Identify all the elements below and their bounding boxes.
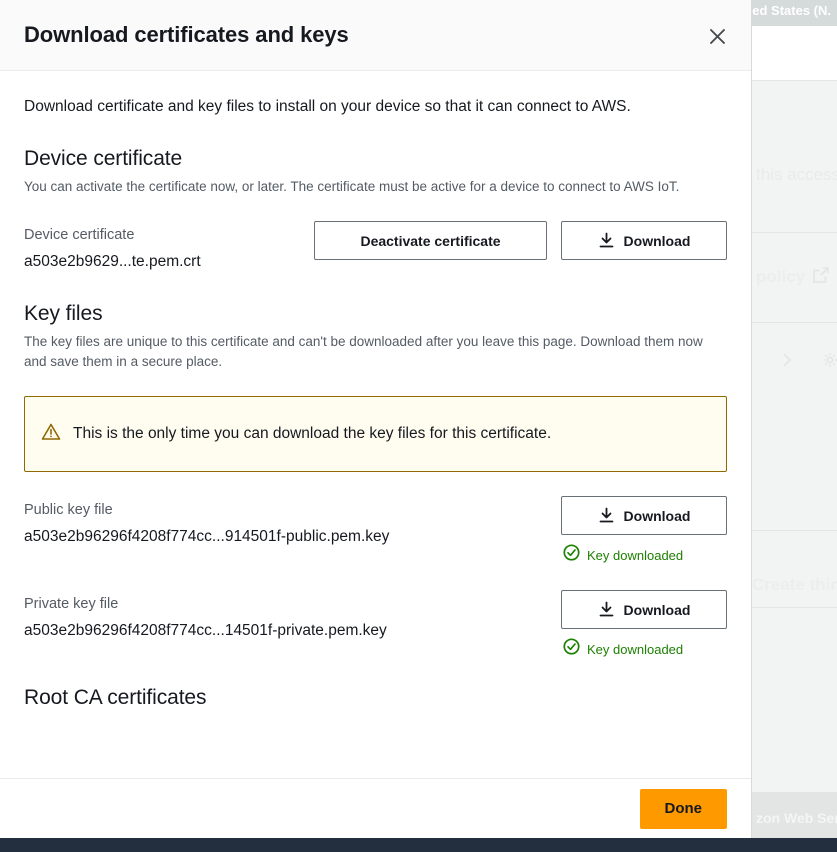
public-key-row: Public key file a503e2b96296f4208f774cc.… [24, 496, 727, 566]
device-certificate-actions: Deactivate certificate Download [314, 221, 727, 260]
backdrop-divider [752, 607, 837, 608]
key-files-warning-text: This is the only time you can download t… [73, 425, 552, 442]
download-device-certificate-label: Download [623, 232, 691, 249]
backdrop-text: policy [756, 267, 806, 286]
private-key-status: Key downloaded [561, 638, 683, 660]
close-icon[interactable] [697, 16, 737, 56]
key-files-warning-alert: This is the only time you can download t… [24, 396, 727, 472]
download-certificates-modal: Download certificates and keys Download … [0, 0, 752, 838]
private-key-info: Private key file a503e2b96296f4208f774cc… [24, 590, 387, 645]
backdrop-divider [752, 80, 837, 81]
key-files-heading: Key files [24, 302, 103, 325]
download-icon [598, 232, 615, 249]
success-check-icon [563, 638, 580, 660]
modal-footer: Done [0, 778, 751, 838]
chevron-right-icon [780, 352, 794, 373]
key-files-description: The key files are unique to this certifi… [24, 334, 703, 369]
backdrop-divider [752, 530, 837, 531]
device-certificate-info: Device certificate a503e2b9629...te.pem.… [24, 221, 201, 276]
public-key-filename: a503e2b96296f4208f774cc...914501f-public… [24, 528, 390, 545]
download-device-certificate-button[interactable]: Download [561, 221, 727, 260]
backdrop-text: Create thin [752, 575, 837, 594]
backdrop-bottom-bar [0, 838, 837, 852]
download-public-key-label: Download [623, 507, 691, 524]
download-private-key-label: Download [623, 601, 691, 618]
public-key-info: Public key file a503e2b96296f4208f774cc.… [24, 496, 389, 551]
private-key-row: Private key file a503e2b96296f4208f774cc… [24, 590, 727, 660]
backdrop-divider [752, 322, 837, 323]
backdrop-region-label: ed States (N. [752, 3, 831, 18]
backdrop-panel [752, 26, 837, 80]
download-private-key-button[interactable]: Download [561, 590, 727, 629]
download-icon [598, 601, 615, 618]
warning-icon [41, 422, 61, 447]
root-ca-heading: Root CA certificates [24, 686, 207, 709]
download-icon [598, 507, 615, 524]
private-key-label: Private key file [24, 596, 119, 612]
private-key-status-label: Key downloaded [587, 641, 684, 657]
modal-header: Download certificates and keys [0, 0, 751, 71]
device-certificate-filename: a503e2b9629...te.pem.crt [24, 253, 201, 270]
public-key-status: Key downloaded [561, 544, 683, 566]
deactivate-certificate-button[interactable]: Deactivate certificate [314, 221, 547, 260]
public-key-status-label: Key downloaded [587, 547, 684, 563]
backdrop-divider [752, 232, 837, 233]
page-title: Download certificates and keys [24, 22, 349, 47]
public-key-actions: Download Key downloaded [561, 496, 727, 566]
device-certificate-description: You can activate the certificate now, or… [24, 179, 680, 194]
external-link-icon [812, 266, 830, 289]
modal-intro-text: Download certificate and key files to in… [24, 98, 631, 115]
gear-icon [822, 352, 837, 373]
modal-body: Download certificate and key files to in… [0, 71, 751, 778]
private-key-actions: Download Key downloaded [561, 590, 727, 660]
success-check-icon [563, 544, 580, 566]
backdrop-text: this access [756, 165, 837, 184]
public-key-label: Public key file [24, 502, 113, 518]
private-key-filename: a503e2b96296f4208f774cc...14501f-private… [24, 622, 387, 639]
download-public-key-button[interactable]: Download [561, 496, 727, 535]
backdrop-footer-text: zon Web Ser [756, 810, 837, 826]
device-certificate-row: Device certificate a503e2b9629...te.pem.… [24, 221, 727, 276]
done-button[interactable]: Done [639, 788, 727, 829]
device-certificate-label: Device certificate [24, 227, 135, 243]
device-certificate-heading: Device certificate [24, 147, 183, 170]
